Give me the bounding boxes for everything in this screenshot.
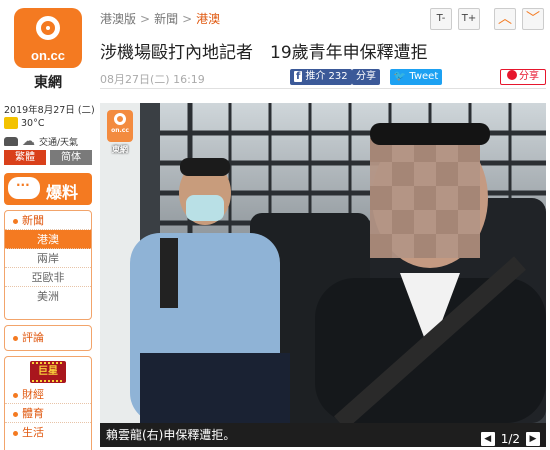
article-controls: T- T+ ︿ ﹀ <box>430 8 544 30</box>
photo-pager: ◀ 1/2 ▶ <box>480 427 540 450</box>
bullet-icon <box>13 411 18 417</box>
traffic-weather-link[interactable]: ☁ 交通/天氣 <box>4 134 78 149</box>
tweet-label: Tweet <box>409 71 439 82</box>
next-photo-button[interactable]: ▶ <box>526 432 540 446</box>
publish-time: 08月27日(二) 16:19 <box>100 73 205 86</box>
news-nav: 新聞 港澳 兩岸 亞歐非 美洲 <box>4 210 92 320</box>
nav-item-news-label: 新聞 <box>22 214 44 227</box>
chevron-right-icon: > <box>140 12 151 26</box>
nav-item-finance[interactable]: 財經 <box>5 385 91 404</box>
chevron-up-icon: ︿ <box>498 11 512 27</box>
site-logo[interactable]: on.cc <box>14 8 82 68</box>
nav-item-lifestyle[interactable]: 生活 <box>5 423 91 442</box>
caret-right-icon: ▶ <box>529 434 537 444</box>
weibo-icon <box>507 70 517 80</box>
sidebar: on.cc 東網 2019年8月27日 (二) 30°C ☁ 交通/天氣 繁體 … <box>0 0 96 450</box>
logo-text: on.cc <box>31 48 65 63</box>
font-smaller-button[interactable]: T- <box>430 8 452 30</box>
next-article-button[interactable]: ﹀ <box>522 8 544 30</box>
bullet-icon <box>13 335 18 341</box>
nav-item-sports[interactable]: 體育 <box>5 404 91 423</box>
star-section-logo[interactable]: 巨星 <box>30 361 66 383</box>
chevron-down-icon: ﹀ <box>526 11 540 27</box>
traffic-label: 交通/天氣 <box>39 138 79 148</box>
watermark-ring-icon <box>114 113 126 125</box>
site-name: 東網 <box>34 75 62 91</box>
photo-counter: 1/2 <box>500 432 520 446</box>
nav-item-comment[interactable]: 評論 <box>5 326 91 350</box>
nav-item-comment-label: 評論 <box>22 331 44 344</box>
speech-bubble-icon <box>8 175 40 199</box>
article-meta: 08月27日(二) 16:19 f 推介 232 分享 🐦 Tweet 分享 <box>100 67 546 89</box>
nav-item-cross-strait[interactable]: 兩岸 <box>5 249 91 268</box>
chevron-right-icon: > <box>182 12 193 26</box>
article-photo[interactable]: on.cc 東網 <box>100 103 546 423</box>
bullet-icon <box>13 430 18 436</box>
breadcrumb-edition[interactable]: 港澳版 <box>100 12 136 26</box>
lang-simplified-button[interactable]: 简体 <box>50 150 92 165</box>
tweet-button[interactable]: 🐦 Tweet <box>390 69 442 85</box>
bullet-icon <box>13 392 18 398</box>
breadcrumb: 港澳版 > 新聞 > 港澳 <box>100 10 220 27</box>
facebook-icon: f <box>294 71 303 82</box>
bullet-icon <box>13 218 18 224</box>
nav-item-news[interactable]: 新聞 <box>5 211 91 230</box>
lang-traditional-button[interactable]: 繁體 <box>4 150 46 165</box>
breadcrumb-current[interactable]: 港澳 <box>196 12 220 26</box>
twitter-bird-icon: 🐦 <box>393 71 407 82</box>
nav-item-americas[interactable]: 美洲 <box>5 287 91 306</box>
photo-caption: 賴雲龍(右)申保釋遭拒。 <box>106 428 236 442</box>
previous-photo-button[interactable]: ◀ <box>480 432 495 446</box>
baoliao-label: 爆料 <box>46 183 79 202</box>
caret-left-icon: ◀ <box>484 434 492 444</box>
photo-image <box>100 103 546 423</box>
temperature: 30°C <box>21 117 45 129</box>
facebook-share-button[interactable]: 分享 <box>352 69 380 85</box>
photo-watermark-logo: on.cc <box>107 110 133 142</box>
more-nav: 巨星 財經 體育 生活 <box>4 356 92 450</box>
car-icon <box>4 137 18 146</box>
photo-caption-bar: 賴雲龍(右)申保釋遭拒。 ◀ 1/2 ▶ <box>100 423 546 447</box>
current-date: 2019年8月27日 (二) <box>4 105 95 116</box>
breadcrumb-news[interactable]: 新聞 <box>154 12 178 26</box>
facebook-like-button[interactable]: f 推介 232 <box>290 69 352 85</box>
baoliao-button[interactable]: 爆料 <box>4 173 92 205</box>
nav-item-asia-europe-africa[interactable]: 亞歐非 <box>5 268 91 287</box>
nav-item-finance-label: 財經 <box>22 388 44 401</box>
logo-ring-icon <box>36 16 60 40</box>
facebook-like-label: 推介 232 <box>305 71 348 82</box>
weather: 30°C <box>4 117 44 129</box>
comment-nav: 評論 <box>4 325 92 351</box>
nav-item-sports-label: 體育 <box>22 407 44 420</box>
nav-item-hk-macau[interactable]: 港澳 <box>5 230 91 249</box>
font-larger-button[interactable]: T+ <box>458 8 480 30</box>
weibo-share-label: 分享 <box>519 71 539 82</box>
previous-article-button[interactable]: ︿ <box>494 8 516 30</box>
watermark-text: on.cc <box>111 127 129 134</box>
watermark-name: 東網 <box>112 145 128 154</box>
weibo-share-button[interactable]: 分享 <box>500 69 546 85</box>
cloud-icon: ☁ <box>22 134 35 149</box>
weather-sun-icon <box>4 117 18 129</box>
nav-item-lifestyle-label: 生活 <box>22 426 44 439</box>
article-title: 涉機場毆打內地記者 19歲青年申保釋遭拒 <box>100 43 428 63</box>
